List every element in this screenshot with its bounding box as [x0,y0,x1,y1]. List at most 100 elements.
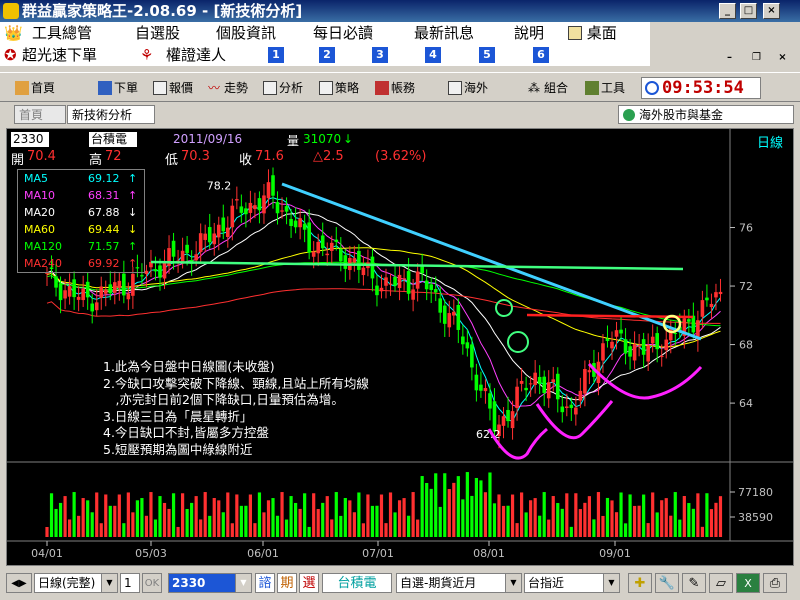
candle-body [67,286,72,297]
candle-body [153,269,158,272]
candle-body [619,329,623,334]
low-label: 低 [165,153,179,168]
candle-body [718,291,723,295]
candle-body [302,223,307,230]
volume-bar [705,493,709,537]
layout-button-1[interactable]: 1 [268,47,284,63]
menu-help[interactable]: 說明 [514,22,544,44]
analysis-button-label: 分析 [279,81,304,95]
layout-button-3[interactable]: 3 [372,47,388,63]
tab-overseas[interactable]: 海外股市與基金 [618,105,794,124]
annotation-line-2: 2.今缺口攻擊突破下降線、頸線,且站上所有均線 [103,375,369,391]
candle-body [384,277,388,286]
candle-body [673,333,678,335]
prev-next-button[interactable]: ◀▶ [6,573,32,593]
menu-stock-info[interactable]: 個股資訊 [216,22,276,44]
candle-body [298,218,302,228]
menu-desktop[interactable]: 桌面 [568,22,617,44]
portfolio-button[interactable]: ⁂ 組合 [527,78,568,98]
mdi-close-button[interactable]: × [774,51,791,67]
home-button[interactable]: 首頁 [14,78,55,98]
menu-daily[interactable]: 每日必讀 [313,22,373,44]
candle-body [614,330,619,337]
trend-button[interactable]: 〰走勢 [207,78,248,98]
candle-body [700,300,705,317]
stock-code-box[interactable]: 2330 [11,132,49,147]
volume-bar [325,496,329,537]
menu-desktop-label: 桌面 [586,24,617,42]
futures-button[interactable]: 期 [277,573,297,593]
stock-code-input[interactable]: 2330 ▼ [168,573,252,593]
volume-bar [212,498,216,537]
candle-body [610,341,614,349]
candle-body [85,281,90,298]
options-button[interactable]: 選 [299,573,319,593]
volume-bar [253,523,257,537]
layout-button-4[interactable]: 4 [425,47,441,63]
account-button[interactable]: 帳務 [374,78,415,98]
price-tick-label: 72 [739,280,753,293]
low-value: 70.3 [181,149,210,164]
count-input[interactable]: 1 [120,573,140,593]
layout-button-5[interactable]: 5 [479,47,495,63]
excel-icon[interactable]: X [736,573,760,593]
wrench-icon[interactable]: 🔧 [655,573,679,593]
add-icon[interactable]: ✚ [628,573,652,593]
layout-button-2[interactable]: 2 [319,47,335,63]
draw-icon[interactable]: ✎ [682,573,706,593]
ma-legend-rows: MA5 69.12 ↑ MA10 68.31 ↑ MA20 67.88 ↓ MA60 69.44 ↓ M… [18,170,144,272]
overseas-button[interactable]: 海外 [447,78,488,98]
quick-order-link[interactable]: 超光速下單 [22,44,97,66]
volume-bar [122,523,126,537]
portfolio-icon: ⁂ [528,81,540,95]
order-button[interactable]: 下單 [97,78,138,98]
futures-select-value: 自選-期貨近月 [400,576,477,590]
candle-body [668,328,673,341]
candle-body [257,198,262,211]
candle-body [144,270,149,275]
warrant-link[interactable]: 權證達人 [166,44,226,66]
menu-tools[interactable]: 工具總管 [32,22,92,44]
volume-bar [669,515,673,537]
candle-body [546,382,551,399]
tab-home[interactable]: 首頁 [14,105,66,124]
mdi-minimize-button[interactable]: – [721,51,738,67]
volume-bar [266,500,271,537]
warrant-button[interactable]: 諮 [255,573,275,593]
analysis-button[interactable]: 分析 [262,78,303,98]
annotation-line-5: 4.今日缺口不封,皆屬多方控盤 [103,425,269,440]
futures-select[interactable]: 自選-期貨近月 ▼ [396,573,522,593]
ok-button[interactable]: OK [142,573,162,593]
close-button[interactable]: × [763,3,780,19]
period-select[interactable]: 日線(完整) ▼ [34,573,118,593]
mdi-restore-button[interactable]: ❐ [748,51,765,67]
candle-body [452,311,456,316]
tools-button[interactable]: 工具 [584,78,625,98]
print-icon[interactable]: ⎙ [763,573,787,593]
high-label: 高 [89,153,103,168]
tab-technical-analysis[interactable]: 新技術分析 [67,105,155,124]
menu-news[interactable]: 最新訊息 [414,22,474,44]
index-select[interactable]: 台指近 ▼ [524,573,620,593]
volume-bar [691,508,695,537]
layout-button-6[interactable]: 6 [533,47,549,63]
minimize-button[interactable]: _ [719,3,736,19]
maximize-button[interactable]: □ [740,3,757,19]
volume-bar [687,503,691,537]
quote-button[interactable]: 報價 [152,78,193,98]
candle-body [574,407,578,415]
price-tick-label: 68 [739,339,753,352]
volume-bar [262,512,266,537]
home-button-label: 首頁 [31,81,56,95]
candle-body [542,376,546,393]
chart-panel[interactable]: 64 68 72 76 77180 38590 04/01 05/03 06/01 07/01 08… [6,128,794,566]
eraser-icon[interactable]: ▱ [709,573,733,593]
volume-bar [321,502,325,537]
menu-watchlist[interactable]: 自選股 [135,22,180,44]
volume-bar [596,492,601,537]
volume-bar [108,505,112,537]
strategy-icon [319,81,333,95]
period-label[interactable]: 日線 [757,132,783,151]
candle-body [637,345,641,347]
strategy-button[interactable]: 策略 [318,78,359,98]
